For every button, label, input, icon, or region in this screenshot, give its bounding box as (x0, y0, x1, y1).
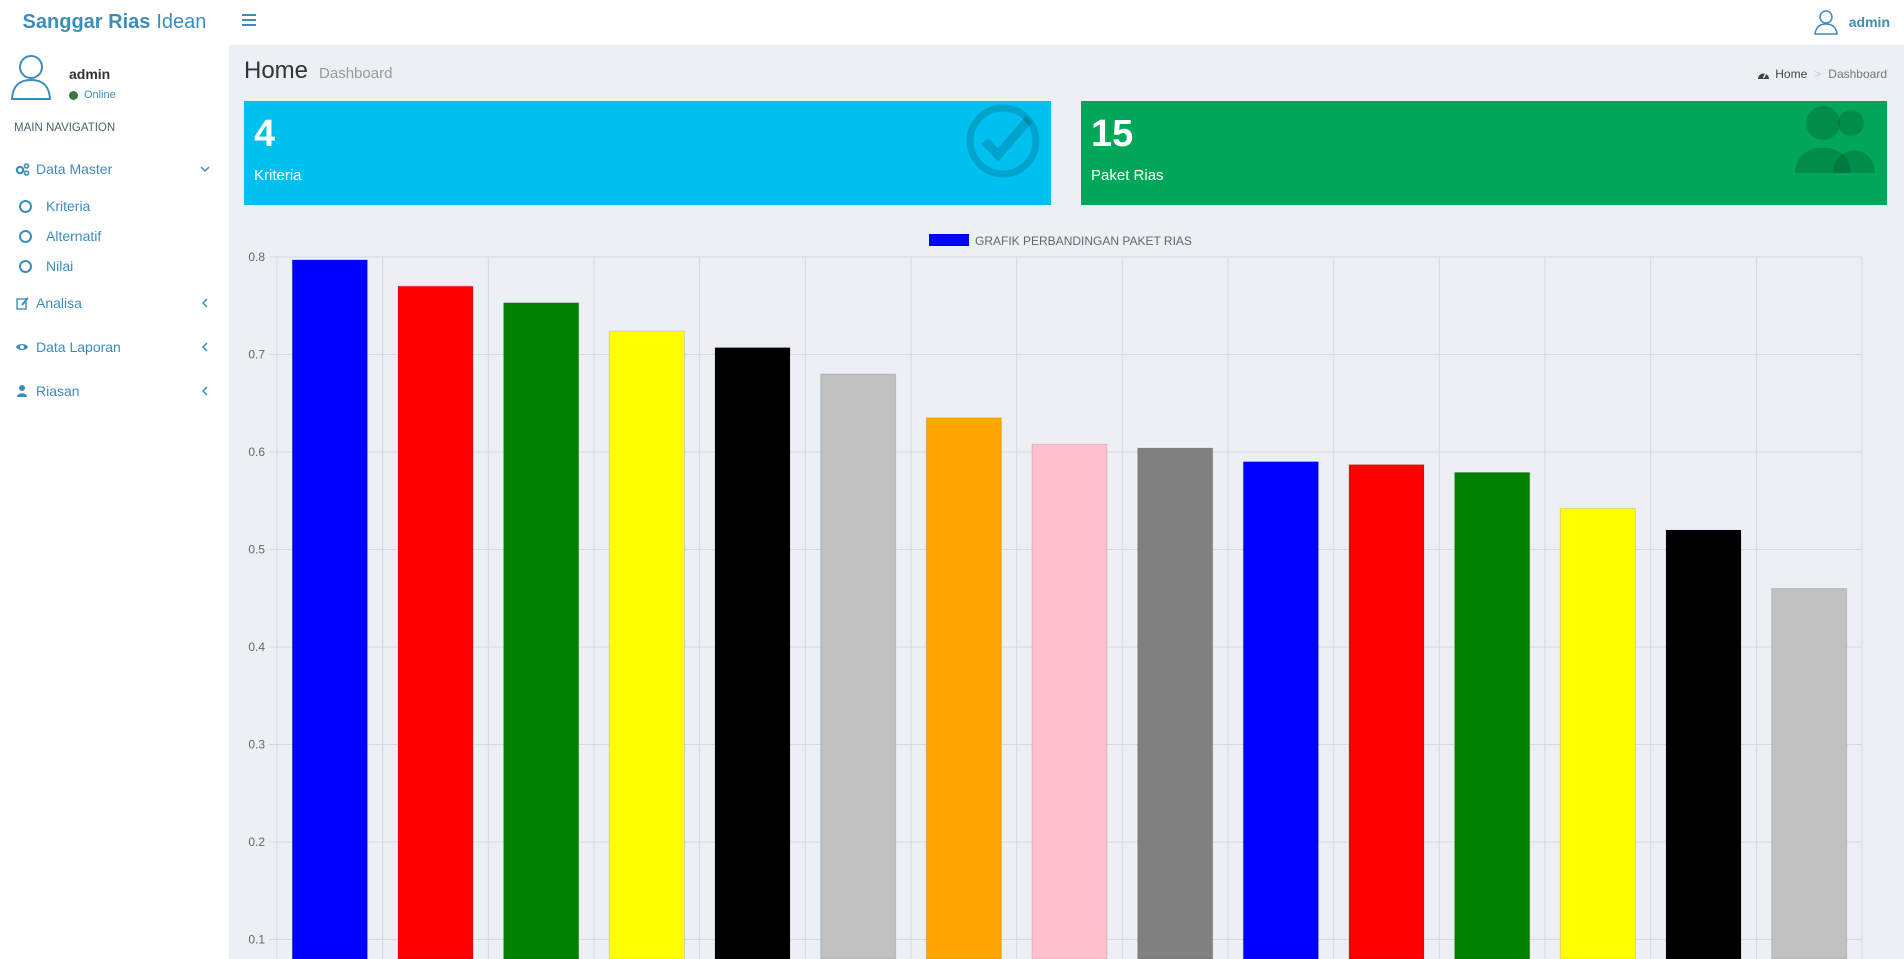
chevron-left-icon (201, 298, 208, 308)
stat-label: Paket Rias (1091, 167, 1164, 184)
page-title: Home (244, 57, 309, 84)
chart-bar (291, 259, 368, 959)
page-subtitle: Dashboard (319, 65, 393, 82)
check-circle-icon (966, 104, 1040, 178)
user-status-label: Online (84, 89, 116, 101)
edit-icon (14, 296, 30, 310)
sidebar: admin Online MAIN NAVIGATION Data Master… (0, 45, 229, 959)
circle-icon (19, 199, 32, 213)
y-tick-label: 0.6 (248, 445, 265, 459)
user-panel-name: admin (69, 66, 111, 82)
stat-box-kriteria[interactable]: 4 Kriteria (244, 101, 1051, 205)
y-tick-label: 0.8 (248, 250, 265, 264)
chart-bar (503, 302, 580, 959)
chart-bar (1031, 443, 1108, 959)
sidebar-subitem-alternatif[interactable]: Alternatif (0, 222, 229, 250)
circle-icon (19, 259, 32, 273)
breadcrumb-home[interactable]: Home (1775, 67, 1807, 81)
sidebar-item-label: Data Laporan (36, 339, 121, 355)
stat-value: 4 (254, 113, 276, 155)
user-menu-name: admin (1848, 14, 1890, 30)
brand-suffix: Idean (156, 11, 207, 33)
bar-chart: 0.8 0.7 0.6 0.5 0.4 0.3 0.2 0.1 GRAFIK PERBANDIN… (248, 234, 1863, 959)
eye-icon (14, 342, 30, 352)
y-tick-label: 0.1 (248, 933, 265, 947)
chart-bar (1559, 508, 1636, 959)
user-panel: admin Online (10, 53, 220, 103)
sidebar-item-data-master[interactable]: Data Master (0, 151, 229, 187)
sidebar-subitem-label: Kriteria (46, 198, 91, 214)
user-avatar-icon (10, 55, 52, 100)
user-menu[interactable]: admin (1813, 6, 1890, 38)
cogs-icon (14, 162, 30, 176)
chart-bar (397, 285, 474, 959)
chevron-left-icon (201, 386, 208, 396)
chart-bar (820, 373, 897, 959)
circle-icon (19, 229, 32, 243)
stat-label: Kriteria (254, 167, 302, 184)
y-tick-label: 0.2 (248, 835, 265, 849)
chart-bar (1137, 447, 1214, 959)
top-navbar: Sanggar Rias Idean admin (0, 0, 1904, 45)
user-icon (14, 385, 30, 397)
sidebar-item-label: Analisa (36, 295, 82, 311)
chart-bar (608, 330, 685, 959)
chart-bar (925, 417, 1002, 959)
content-header: Home Dashboard (244, 57, 392, 85)
sidebar-toggle-icon[interactable] (242, 10, 258, 32)
sidebar-subitem-label: Nilai (46, 258, 74, 274)
y-tick-label: 0.7 (248, 348, 265, 362)
user-avatar-icon (1813, 10, 1838, 35)
sidebar-item-data-laporan[interactable]: Data Laporan (0, 329, 229, 365)
sidebar-subitem-label: Alternatif (46, 228, 102, 244)
chart-bar (1348, 464, 1425, 959)
sidebar-subitem-kriteria[interactable]: Kriteria (0, 192, 229, 220)
sidebar-item-analisa[interactable]: Analisa (0, 285, 229, 321)
chart-bar (1665, 529, 1742, 959)
sidebar-item-label: Data Master (36, 161, 113, 177)
sidebar-item-riasan[interactable]: Riasan (0, 373, 229, 409)
sidebar-item-label: Riasan (36, 383, 80, 399)
breadcrumb-separator: > (1814, 67, 1822, 81)
online-dot-icon (69, 90, 78, 100)
users-icon (1795, 106, 1875, 173)
chevron-down-icon (200, 166, 210, 173)
stat-value: 15 (1091, 113, 1134, 155)
chart-bar (1454, 471, 1531, 959)
chart-bar (1242, 461, 1319, 959)
nav-header: MAIN NAVIGATION (14, 122, 116, 134)
user-status[interactable]: Online (69, 89, 116, 101)
chart-bar (714, 347, 791, 959)
sidebar-subitem-nilai[interactable]: Nilai (0, 252, 229, 280)
y-tick-label: 0.5 (248, 543, 265, 557)
y-tick-label: 0.3 (248, 738, 265, 752)
chart-bar (1771, 588, 1848, 959)
chevron-left-icon (201, 342, 208, 352)
legend-swatch (929, 234, 969, 246)
breadcrumb-current: Dashboard (1828, 67, 1887, 81)
dashboard-icon (1758, 72, 1770, 79)
breadcrumb: Home > Dashboard (1757, 67, 1887, 81)
brand-logo[interactable]: Sanggar Rias Idean (0, 0, 229, 45)
stat-box-paket-rias[interactable]: 15 Paket Rias (1081, 101, 1887, 205)
y-tick-label: 0.4 (248, 640, 265, 654)
brand-name: Sanggar Rias (22, 11, 151, 33)
legend-label: GRAFIK PERBANDINGAN PAKET RIAS (975, 234, 1192, 248)
